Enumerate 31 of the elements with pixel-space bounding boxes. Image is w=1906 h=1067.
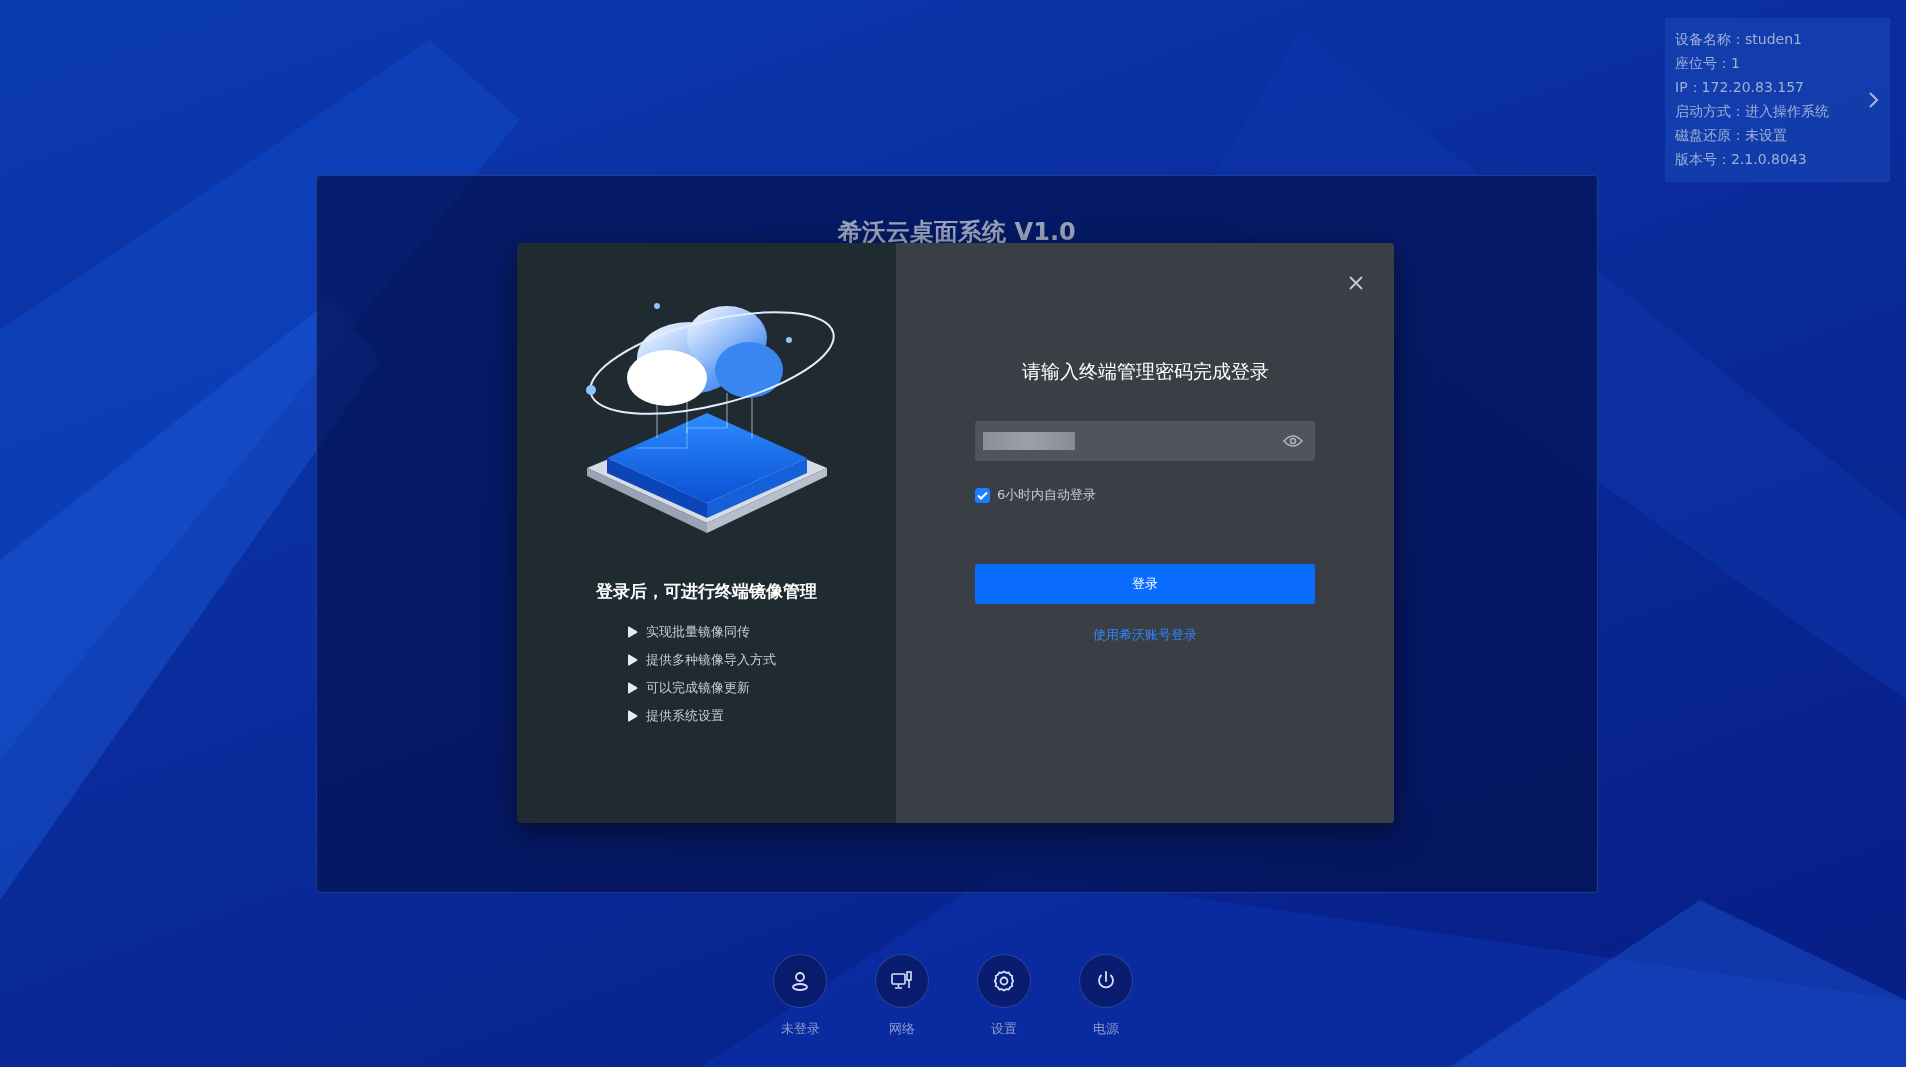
eye-icon[interactable] bbox=[1283, 434, 1303, 448]
device-info-line: 磁盘还原：未设置 bbox=[1675, 127, 1788, 145]
device-info-line: 启动方式：进入操作系统 bbox=[1675, 103, 1830, 121]
dock-label: 电源 bbox=[1093, 1020, 1119, 1038]
user-button[interactable] bbox=[773, 954, 827, 1008]
device-info-line: 座位号：1 bbox=[1675, 55, 1741, 73]
bullet-icon bbox=[627, 626, 638, 638]
close-button[interactable] bbox=[1348, 275, 1364, 291]
feature-item: 可以完成镜像更新 bbox=[646, 679, 750, 697]
system-title: 希沃云桌面系统 V1.0 bbox=[838, 217, 1076, 246]
password-field[interactable] bbox=[975, 421, 1315, 461]
feature-item: 提供系统设置 bbox=[646, 707, 724, 725]
account-login-link[interactable]: 使用希沃账号登录 bbox=[1093, 626, 1197, 644]
bullet-icon bbox=[627, 682, 638, 694]
dock-label: 网络 bbox=[889, 1020, 915, 1038]
device-info-line: 设备名称：studen1 bbox=[1675, 31, 1803, 49]
feature-item: 提供多种镜像导入方式 bbox=[646, 651, 776, 669]
auto-login-checkbox[interactable] bbox=[975, 487, 990, 503]
chevron-right-icon[interactable] bbox=[1868, 91, 1880, 109]
device-info-line: 版本号：2.1.0.8043 bbox=[1675, 151, 1808, 169]
login-prompt: 请输入终端管理密码完成登录 bbox=[1021, 359, 1269, 384]
device-info-line: IP：172.20.83.157 bbox=[1675, 79, 1805, 97]
feature-heading: 登录后，可进行终端镜像管理 bbox=[596, 580, 817, 603]
dock-label: 设置 bbox=[991, 1020, 1017, 1038]
login-button[interactable]: 登录 bbox=[975, 564, 1315, 604]
bullet-icon bbox=[627, 654, 638, 666]
bullet-icon bbox=[627, 710, 638, 722]
dock-label: 未登录 bbox=[780, 1020, 820, 1038]
settings-icon bbox=[992, 969, 1016, 993]
auto-login-label: 6小时内自动登录 bbox=[997, 486, 1097, 504]
feature-item: 实现批量镜像同传 bbox=[646, 623, 750, 641]
